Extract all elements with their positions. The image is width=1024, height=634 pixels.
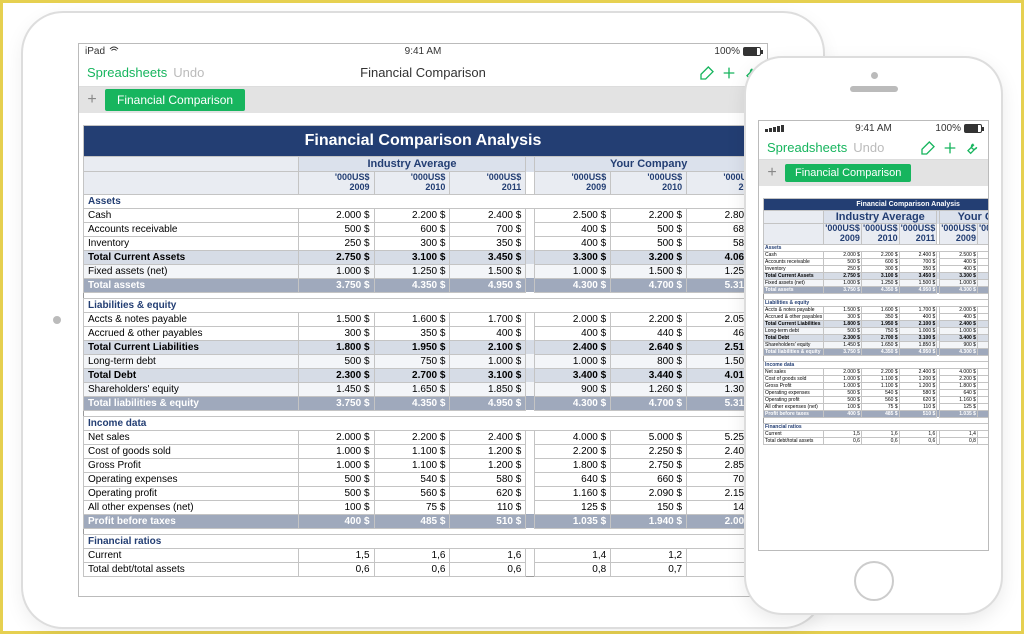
toolbar: Spreadsheets Undo xyxy=(759,136,988,160)
status-bar: 9:41 AM 100% xyxy=(759,121,988,136)
toolbar: Spreadsheets Undo Financial Comparison xyxy=(79,59,767,87)
iphone-home-button[interactable] xyxy=(854,561,894,601)
ipad-screen: iPad 9:41 AM 100% Spreadsheets Undo Fina… xyxy=(78,43,768,597)
battery-label: 100% xyxy=(935,123,961,134)
sheet-tab[interactable]: Financial Comparison xyxy=(105,89,245,111)
doc-title: Financial Comparison xyxy=(360,65,486,80)
sheet-area[interactable]: Financial Comparison AnalysisIndustry Av… xyxy=(759,186,988,550)
battery-icon xyxy=(964,124,982,133)
tab-bar: + Financial Comparison xyxy=(79,87,767,113)
brush-icon[interactable] xyxy=(920,140,936,156)
iphone-speaker xyxy=(850,86,898,92)
battery-label: 100% xyxy=(714,46,740,57)
status-bar: iPad 9:41 AM 100% xyxy=(79,44,767,59)
iphone-screen: 9:41 AM 100% Spreadsheets Undo + Financi… xyxy=(758,120,989,551)
add-tab-button[interactable]: + xyxy=(763,164,781,182)
iphone-camera xyxy=(871,72,878,79)
wrench-icon[interactable] xyxy=(964,140,980,156)
status-time: 9:41 AM xyxy=(855,123,892,134)
back-button[interactable]: Spreadsheets xyxy=(767,140,847,155)
brush-icon[interactable] xyxy=(699,65,715,81)
plus-icon[interactable] xyxy=(721,65,737,81)
ipad-camera xyxy=(53,316,61,324)
battery-icon xyxy=(743,47,761,56)
back-button[interactable]: Spreadsheets xyxy=(87,65,167,80)
plus-icon[interactable] xyxy=(942,140,958,156)
sheet-area[interactable]: Financial Comparison AnalysisIndustry Av… xyxy=(79,113,767,596)
wifi-icon xyxy=(109,46,119,57)
spreadsheet-table[interactable]: Financial Comparison AnalysisIndustry Av… xyxy=(763,198,988,445)
carrier-label: iPad xyxy=(85,46,105,57)
signal-icon xyxy=(765,125,784,132)
sheet-tab[interactable]: Financial Comparison xyxy=(785,164,911,182)
undo-button[interactable]: Undo xyxy=(853,140,884,155)
ipad-frame: iPad 9:41 AM 100% Spreadsheets Undo Fina… xyxy=(23,13,823,627)
spreadsheet-table[interactable]: Financial Comparison AnalysisIndustry Av… xyxy=(83,125,763,577)
add-tab-button[interactable]: + xyxy=(83,91,101,109)
iphone-frame: 9:41 AM 100% Spreadsheets Undo + Financi… xyxy=(746,58,1001,613)
status-time: 9:41 AM xyxy=(405,46,442,57)
tab-bar: + Financial Comparison xyxy=(759,160,988,186)
undo-button[interactable]: Undo xyxy=(173,65,204,80)
